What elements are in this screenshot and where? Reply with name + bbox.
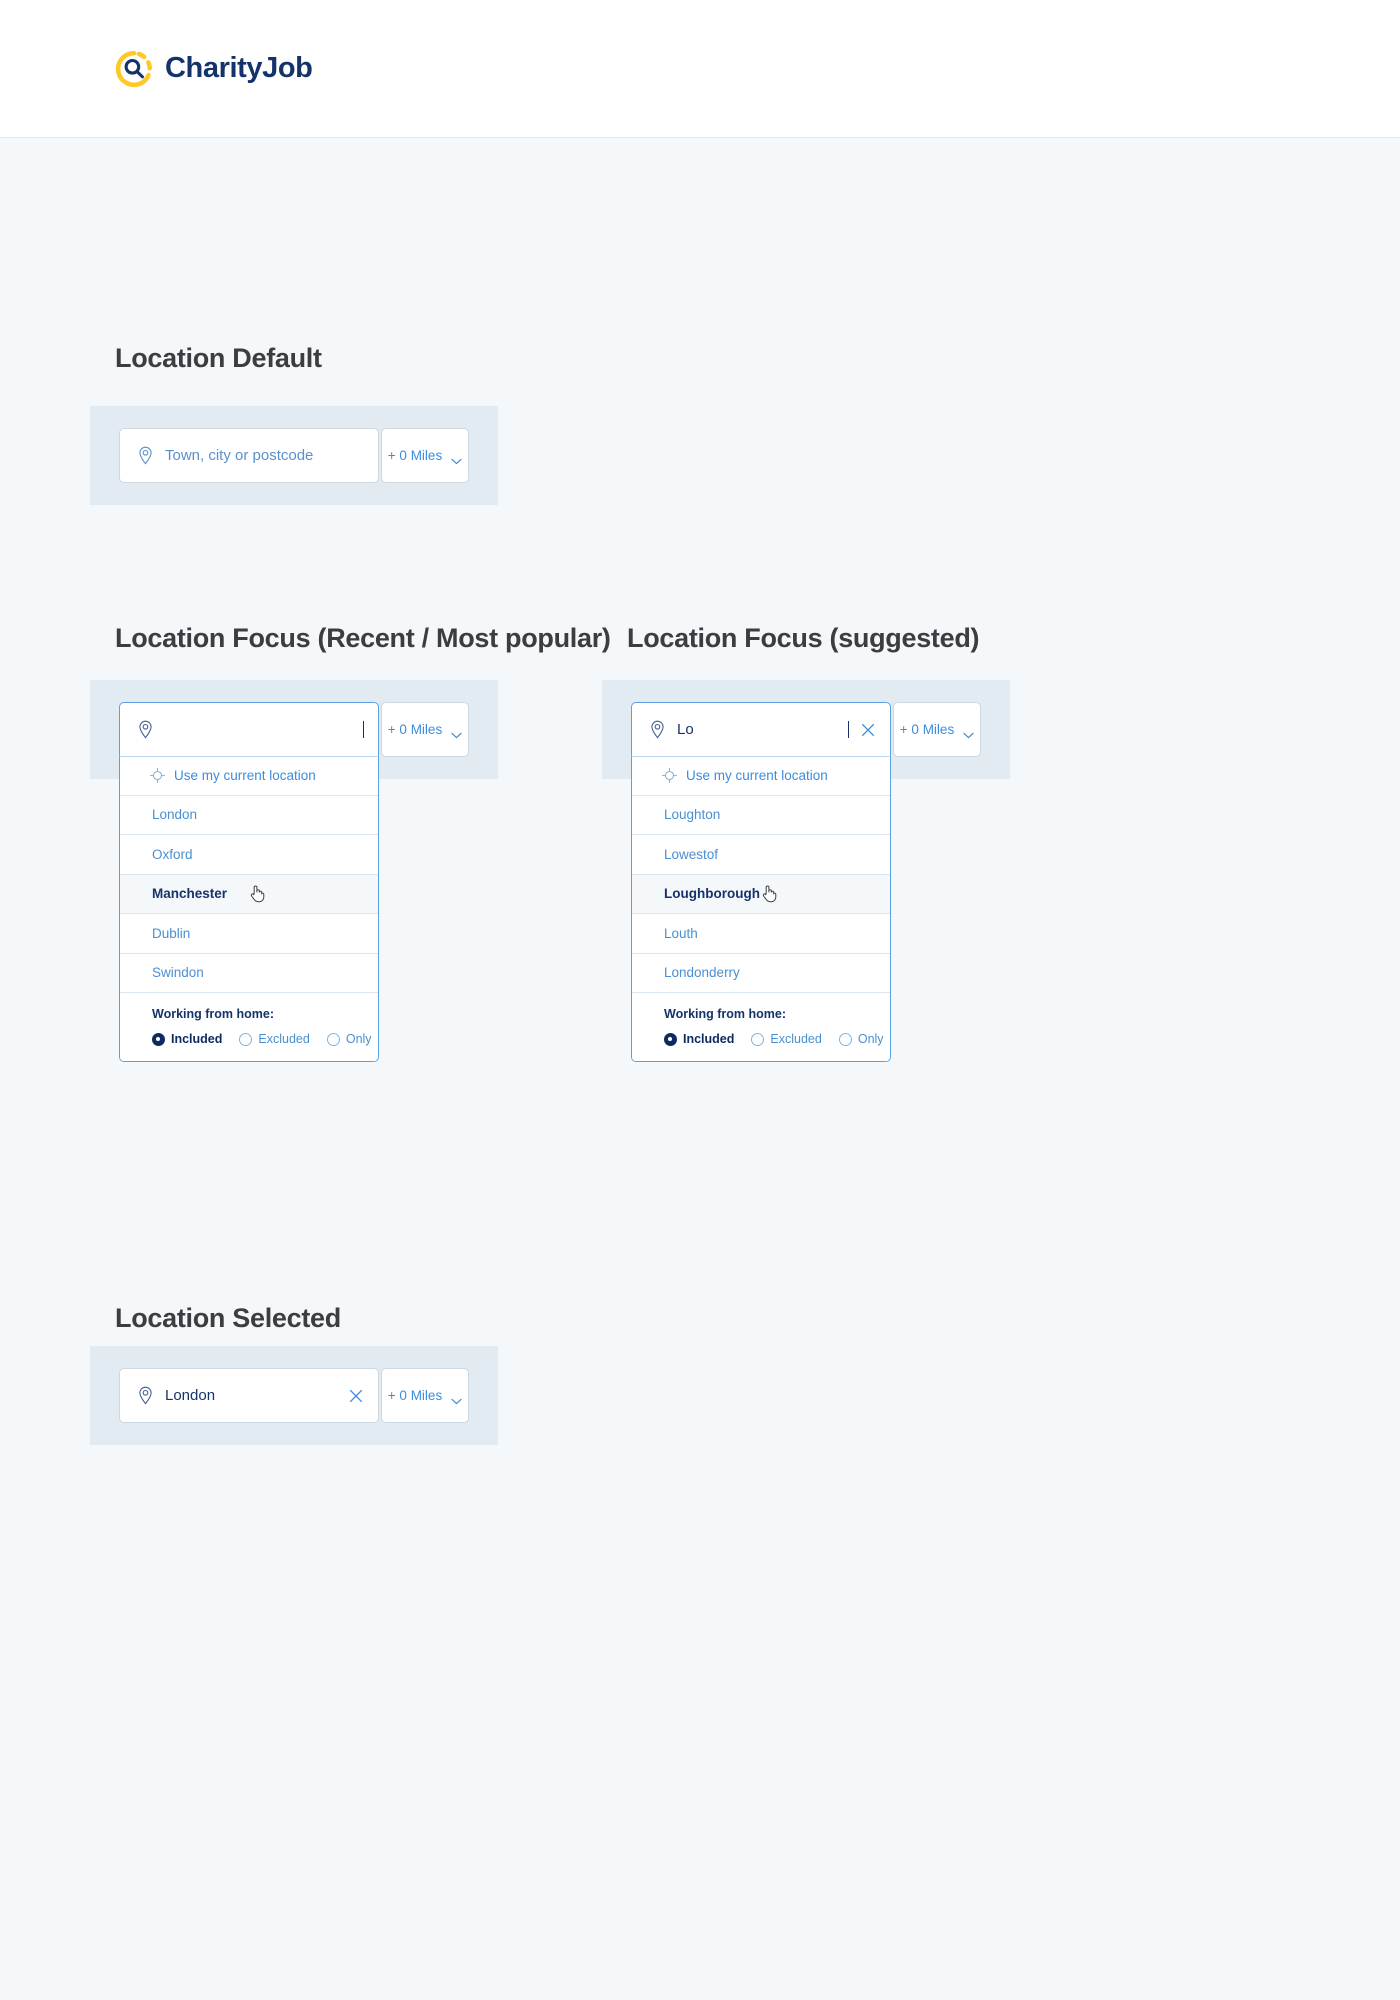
location-option-hovered[interactable]: Manchester — [120, 874, 378, 914]
pointer-cursor-icon — [250, 884, 265, 903]
miles-label: + 0 Miles — [387, 448, 443, 463]
search-row-selected: London + 0 Miles — [119, 1368, 469, 1423]
use-current-location-label: Use my current location — [686, 767, 828, 783]
location-focus-suggested-widget: Lo Use my current location Loughton Lowe… — [602, 680, 1010, 1062]
location-option-label: Londonderry — [664, 965, 740, 981]
location-option[interactable]: Londonderry — [632, 953, 890, 993]
working-from-home-filter-recent: Working from home: Included Excluded Onl… — [120, 993, 378, 1061]
section-title-recent: Location Focus (Recent / Most popular) — [115, 623, 611, 653]
working-from-home-title: Working from home: — [664, 1007, 786, 1021]
section-title-suggested: Location Focus (suggested) — [627, 623, 980, 653]
location-option-label: Oxford — [152, 846, 193, 862]
brand-name: CharityJob — [165, 52, 313, 84]
wfh-option-label: Included — [683, 1032, 735, 1046]
location-input-selected[interactable]: London — [119, 1368, 379, 1423]
wfh-radio-included[interactable]: Included — [664, 1032, 734, 1046]
location-value-selected: London — [165, 1387, 216, 1404]
use-current-location-label: Use my current location — [174, 767, 316, 783]
map-pin-icon — [137, 446, 154, 465]
close-icon[interactable] — [348, 1388, 364, 1404]
miles-select-recent[interactable]: + 0 Miles — [381, 702, 469, 757]
location-option-label: Loughton — [664, 807, 721, 823]
location-option-label: Manchester — [152, 886, 228, 902]
section-title-selected: Location Selected — [115, 1303, 341, 1333]
location-option[interactable]: London — [120, 795, 378, 835]
location-placeholder-default: Town, city or postcode — [165, 447, 314, 464]
radio-on-icon — [152, 1032, 165, 1046]
location-option[interactable]: Lowestof — [632, 835, 890, 875]
wfh-option-label: Excluded — [770, 1032, 822, 1046]
wfh-option-label: Only — [857, 1032, 884, 1046]
use-current-location-option-suggested[interactable]: Use my current location — [632, 756, 890, 796]
location-option[interactable]: Dublin — [120, 914, 378, 954]
wfh-radio-excluded[interactable]: Excluded — [239, 1032, 310, 1046]
crosshair-icon — [662, 767, 677, 783]
location-option[interactable]: Louth — [632, 914, 890, 954]
location-selected-widget: London + 0 Miles — [90, 1346, 498, 1445]
location-default-widget: Town, city or postcode + 0 Miles — [90, 406, 498, 505]
miles-select-default[interactable]: + 0 Miles — [381, 428, 469, 483]
location-option-label: Swindon — [152, 965, 204, 981]
map-pin-icon — [137, 1386, 154, 1405]
location-input-wrap-suggested: Lo Use my current location Loughton Lowe… — [631, 702, 891, 1062]
location-input-wrap-selected: London — [119, 1368, 379, 1423]
search-row-suggested: Lo Use my current location Loughton Lowe… — [631, 702, 981, 1062]
chevron-down-icon — [451, 726, 462, 739]
location-option[interactable]: Loughton — [632, 795, 890, 835]
wfh-radio-only[interactable]: Only — [838, 1032, 884, 1046]
search-row-default: Town, city or postcode + 0 Miles — [119, 428, 469, 483]
radio-on-icon — [664, 1032, 677, 1046]
working-from-home-title: Working from home: — [152, 1007, 274, 1021]
location-option-label: Dublin — [152, 925, 191, 941]
wfh-radio-excluded[interactable]: Excluded — [751, 1032, 822, 1046]
working-from-home-options: Included Excluded Only — [152, 1032, 378, 1046]
map-pin-icon — [137, 720, 154, 739]
pointer-cursor-icon — [762, 884, 777, 903]
section-title-default: Location Default — [115, 343, 322, 373]
crosshair-icon — [150, 767, 165, 783]
wfh-radio-included[interactable]: Included — [152, 1032, 222, 1046]
location-input-recent[interactable] — [119, 702, 379, 757]
location-option-hovered[interactable]: Loughborough — [632, 874, 890, 914]
location-option-label: Loughborough — [664, 886, 760, 902]
site-header: CharityJob — [0, 0, 1400, 138]
charityjob-magnifier-logo-icon — [115, 50, 153, 88]
location-focus-recent-widget: Use my current location London Oxford Ma… — [90, 680, 498, 1062]
wfh-option-label: Included — [171, 1032, 223, 1046]
location-input-suggested[interactable]: Lo — [631, 702, 891, 757]
working-from-home-options: Included Excluded Only — [664, 1032, 890, 1046]
use-current-location-option-recent[interactable]: Use my current location — [120, 756, 378, 796]
chevron-down-icon — [451, 452, 462, 465]
brand-logo[interactable]: CharityJob — [115, 50, 313, 88]
text-caret-icon — [363, 721, 364, 738]
radio-off-icon — [838, 1032, 852, 1046]
close-icon[interactable] — [860, 722, 876, 738]
search-row-recent: Use my current location London Oxford Ma… — [119, 702, 469, 1062]
location-option[interactable]: Swindon — [120, 953, 378, 993]
working-from-home-filter-suggested: Working from home: Included Excluded Onl… — [632, 993, 890, 1061]
text-caret-icon — [848, 721, 849, 738]
radio-off-icon — [751, 1032, 765, 1046]
location-input-default[interactable]: Town, city or postcode — [119, 428, 379, 483]
wfh-option-label: Excluded — [258, 1032, 310, 1046]
map-pin-icon — [649, 720, 666, 739]
location-option[interactable]: Oxford — [120, 835, 378, 875]
location-option-label: Lowestof — [664, 846, 719, 862]
radio-off-icon — [326, 1032, 340, 1046]
miles-select-selected[interactable]: + 0 Miles — [381, 1368, 469, 1423]
location-option-label: London — [152, 807, 198, 823]
radio-off-icon — [239, 1032, 253, 1046]
location-option-label: Louth — [664, 925, 698, 941]
location-dropdown-recent: Use my current location London Oxford Ma… — [119, 756, 379, 1062]
miles-label: + 0 Miles — [387, 722, 443, 737]
location-input-wrap-recent: Use my current location London Oxford Ma… — [119, 702, 379, 1062]
wfh-radio-only[interactable]: Only — [326, 1032, 372, 1046]
wfh-option-label: Only — [345, 1032, 372, 1046]
miles-label: + 0 Miles — [387, 1388, 443, 1403]
chevron-down-icon — [451, 1392, 462, 1405]
location-dropdown-suggested: Use my current location Loughton Lowesto… — [631, 756, 891, 1062]
location-input-wrap-default: Town, city or postcode — [119, 428, 379, 483]
